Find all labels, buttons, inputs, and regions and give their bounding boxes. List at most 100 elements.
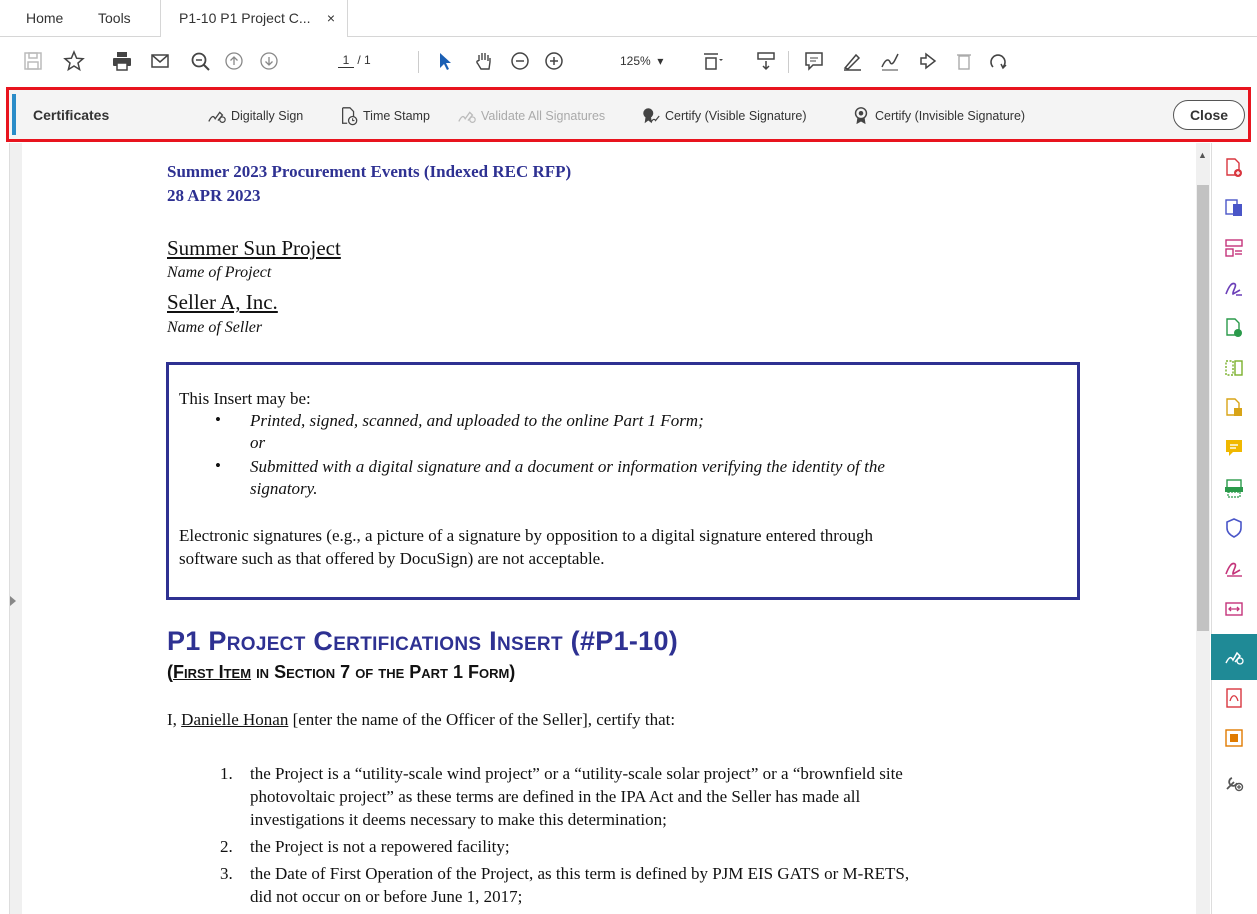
- scrollbar-thumb[interactable]: [1197, 185, 1209, 631]
- list-item-line: the Project is a “utility-scale wind pro…: [250, 764, 903, 783]
- main-toolbar: 1 / 1 125% ▾: [0, 37, 1257, 85]
- certificates-label: Certificates: [33, 107, 110, 123]
- previous-page-icon[interactable]: [220, 47, 248, 75]
- pdf-standards-icon[interactable]: [1218, 682, 1250, 714]
- insert-intro: This Insert may be:: [179, 389, 311, 408]
- tab-document[interactable]: P1-10 P1 Project C... ×: [160, 0, 348, 37]
- list-number: 1.: [220, 764, 233, 783]
- document-date: 28 APR 2023: [167, 186, 261, 205]
- certification-statement: I, Danielle Honan [enter the name of the…: [167, 710, 675, 730]
- edit-pdf-icon[interactable]: [1218, 312, 1250, 344]
- insert-or: or: [250, 433, 266, 452]
- protect-shield-icon[interactable]: [1218, 512, 1250, 544]
- insert-subtitle: (First Item in Section 7 of the Part 1 F…: [167, 662, 515, 683]
- digitally-sign-label: Digitally Sign: [231, 109, 304, 123]
- insert-note-line-1: Electronic signatures (e.g., a picture o…: [179, 526, 873, 545]
- select-cursor-icon[interactable]: [430, 47, 458, 75]
- zoom-dropdown[interactable]: 125% ▾: [620, 54, 663, 68]
- page-total: / 1: [357, 53, 371, 67]
- insert-bullet-2-line-1: Submitted with a digital signature and a…: [250, 457, 885, 476]
- project-caption: Name of Project: [167, 264, 272, 281]
- email-icon[interactable]: [146, 47, 174, 75]
- insert-bullet-2-line-2: signatory.: [250, 479, 318, 498]
- toolbar-divider: [418, 51, 419, 73]
- certificates-toolbar: Certificates Digitally Sign Time Stamp V…: [6, 87, 1251, 142]
- bullet-icon: •: [215, 410, 221, 429]
- expand-left-panel-icon[interactable]: [10, 596, 16, 606]
- subtitle-rest: in Section 7 of the Part 1 Form): [251, 662, 516, 682]
- scan-ocr-icon[interactable]: [1218, 472, 1250, 504]
- highlight-pen-icon[interactable]: [838, 47, 866, 75]
- export-pdf-icon[interactable]: [1218, 192, 1250, 224]
- pen-signature-icon: [208, 111, 226, 123]
- tab-tools[interactable]: Tools: [98, 0, 131, 36]
- compare-files-icon[interactable]: [1218, 352, 1250, 384]
- list-number: 2.: [220, 837, 233, 856]
- share-icon[interactable]: [914, 47, 942, 75]
- digitally-sign-button[interactable]: Digitally Sign: [207, 106, 303, 126]
- certify-invisible-label: Certify (Invisible Signature): [875, 109, 1026, 123]
- insert-note-line-2: software such as that offered by DocuSig…: [179, 549, 605, 568]
- time-stamp-button[interactable]: Time Stamp: [339, 106, 430, 126]
- left-panel-collapsed[interactable]: [0, 143, 10, 914]
- next-page-icon[interactable]: [255, 47, 283, 75]
- create-pdf-icon[interactable]: [1218, 152, 1250, 184]
- certify-visible-icon: [643, 108, 660, 124]
- list-number: 3.: [220, 864, 233, 883]
- certify-invisible-button[interactable]: Certify (Invisible Signature): [851, 106, 1025, 126]
- validate-all-signatures-button[interactable]: Validate All Signatures: [457, 106, 605, 126]
- insert-title: P1 Project Certifications Insert (#P1-10…: [167, 626, 679, 656]
- comment-panel-icon[interactable]: [1218, 432, 1250, 464]
- bullet-icon: •: [215, 456, 221, 475]
- scroll-up-icon[interactable]: ▲: [1198, 150, 1207, 160]
- print-icon[interactable]: [108, 47, 136, 75]
- request-signatures-icon[interactable]: [1218, 552, 1250, 584]
- organize-pages-icon[interactable]: [1218, 232, 1250, 264]
- sign-icon[interactable]: [876, 47, 904, 75]
- zoom-in-icon[interactable]: [540, 47, 568, 75]
- comment-icon[interactable]: [800, 47, 828, 75]
- project-name: Summer Sun Project: [167, 236, 341, 260]
- measure-icon[interactable]: [1218, 592, 1250, 624]
- certify-ribbon-icon: [854, 107, 868, 125]
- close-tab-icon[interactable]: ×: [327, 0, 335, 36]
- action-wizard-icon[interactable]: [1218, 722, 1250, 754]
- toolbar-divider: [788, 51, 789, 73]
- close-button[interactable]: Close: [1173, 100, 1245, 130]
- list-item-line: did not occur on or before June 1, 2017;: [250, 887, 523, 906]
- certify-visible-button[interactable]: Certify (Visible Signature): [641, 106, 807, 126]
- seller-name: Seller A, Inc.: [167, 290, 278, 314]
- tab-home[interactable]: Home: [26, 0, 63, 36]
- time-stamp-label: Time Stamp: [363, 109, 430, 123]
- rotate-icon[interactable]: [984, 47, 1012, 75]
- cert-prefix: I,: [167, 710, 182, 729]
- star-icon[interactable]: [60, 47, 88, 75]
- more-tools-icon[interactable]: [1218, 766, 1250, 798]
- page-number-field[interactable]: 1 / 1: [338, 53, 371, 68]
- tab-bar: Home Tools P1-10 P1 Project C... ×: [0, 0, 1257, 37]
- page-display-icon[interactable]: [698, 47, 726, 75]
- delete-icon[interactable]: [950, 47, 978, 75]
- list-item-line: photovoltaic project” as these terms are…: [250, 787, 861, 806]
- subtitle-underlined: First Item: [173, 662, 252, 682]
- list-item-line: the Date of First Operation of the Proje…: [250, 864, 910, 883]
- chevron-down-icon: ▾: [657, 54, 664, 68]
- current-page-input[interactable]: 1: [338, 53, 354, 68]
- hand-tool-icon[interactable]: [470, 47, 498, 75]
- validate-signature-icon: [458, 111, 476, 123]
- fill-sign-icon[interactable]: [1218, 272, 1250, 304]
- save-icon[interactable]: [19, 47, 47, 75]
- list-item-line: the Project is not a repowered facility;: [250, 837, 510, 856]
- certify-visible-label: Certify (Visible Signature): [665, 109, 807, 123]
- search-icon[interactable]: [186, 47, 214, 75]
- list-item-line: investigations it deems necessary to mak…: [250, 810, 667, 829]
- combine-files-icon[interactable]: [1218, 392, 1250, 424]
- insert-bullet-1: Printed, signed, scanned, and uploaded t…: [250, 411, 704, 430]
- officer-name: Danielle Honan: [181, 710, 289, 729]
- zoom-out-icon[interactable]: [506, 47, 534, 75]
- clock-document-icon: [342, 107, 358, 126]
- tab-document-label: P1-10 P1 Project C...: [179, 10, 311, 26]
- certificates-tool-icon[interactable]: [1211, 634, 1257, 680]
- seller-caption: Name of Seller: [167, 319, 263, 336]
- scroll-mode-icon[interactable]: [752, 47, 780, 75]
